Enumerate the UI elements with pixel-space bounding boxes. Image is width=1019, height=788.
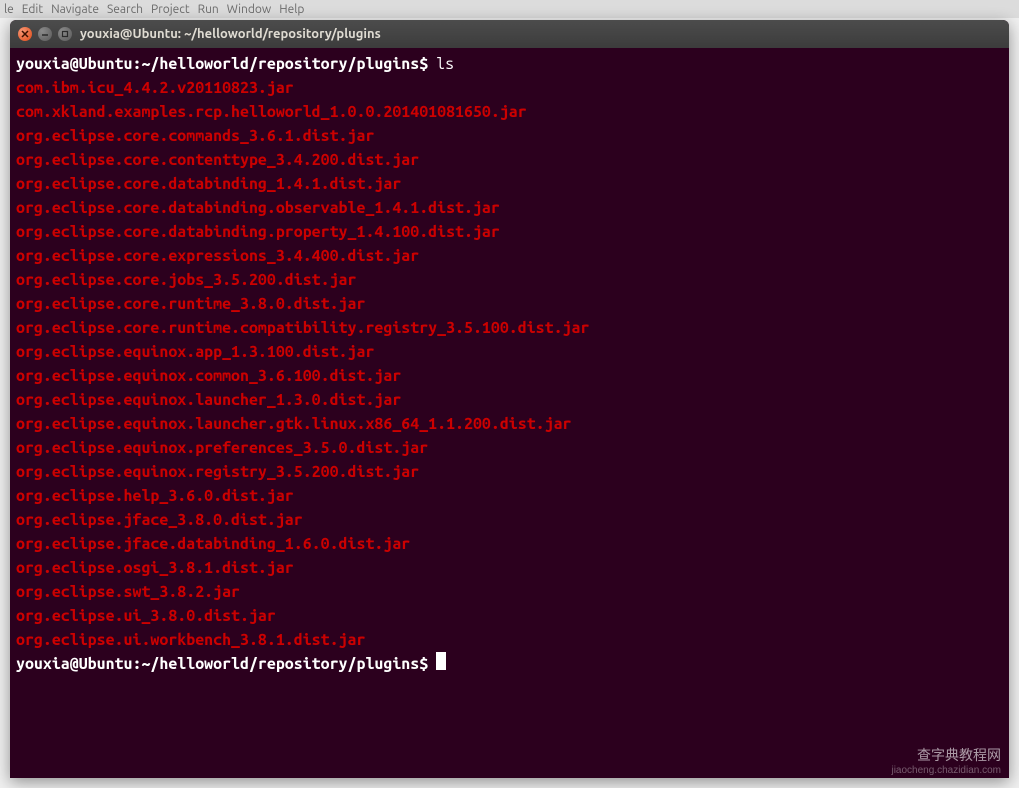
shell-prompt: youxia@Ubuntu:~/helloworld/repository/pl…	[16, 52, 428, 76]
menu-edit[interactable]: Edit	[22, 3, 43, 16]
file-entry: org.eclipse.ui_3.8.0.dist.jar	[16, 604, 1003, 628]
terminal-window: youxia@Ubuntu: ~/helloworld/repository/p…	[10, 20, 1009, 778]
file-entry: org.eclipse.core.commands_3.6.1.dist.jar	[16, 124, 1003, 148]
terminal-output[interactable]: youxia@Ubuntu:~/helloworld/repository/pl…	[10, 48, 1009, 778]
file-entry: org.eclipse.core.databinding_1.4.1.dist.…	[16, 172, 1003, 196]
watermark-text: 查字典教程网	[891, 745, 1001, 765]
prompt-line-2: youxia@Ubuntu:~/helloworld/repository/pl…	[16, 652, 1003, 676]
file-entry: org.eclipse.jface.databinding_1.6.0.dist…	[16, 532, 1003, 556]
file-entry: org.eclipse.osgi_3.8.1.dist.jar	[16, 556, 1003, 580]
file-entry: com.ibm.icu_4.4.2.v20110823.jar	[16, 76, 1003, 100]
file-entry: org.eclipse.core.runtime_3.8.0.dist.jar	[16, 292, 1003, 316]
file-entry: org.eclipse.equinox.registry_3.5.200.dis…	[16, 460, 1003, 484]
menu-run[interactable]: Run	[198, 3, 219, 16]
file-entry: org.eclipse.core.runtime.compatibility.r…	[16, 316, 1003, 340]
terminal-cursor	[436, 652, 446, 670]
file-listing: com.ibm.icu_4.4.2.v20110823.jarcom.xklan…	[16, 76, 1003, 652]
file-entry: com.xkland.examples.rcp.helloworld_1.0.0…	[16, 100, 1003, 124]
window-title-bar[interactable]: youxia@Ubuntu: ~/helloworld/repository/p…	[10, 20, 1009, 48]
shell-prompt: youxia@Ubuntu:~/helloworld/repository/pl…	[16, 652, 428, 676]
file-entry: org.eclipse.jface_3.8.0.dist.jar	[16, 508, 1003, 532]
file-entry: org.eclipse.core.contenttype_3.4.200.dis…	[16, 148, 1003, 172]
menu-navigate[interactable]: Navigate	[51, 3, 99, 16]
window-title: youxia@Ubuntu: ~/helloworld/repository/p…	[80, 27, 381, 41]
file-entry: org.eclipse.equinox.app_1.3.100.dist.jar	[16, 340, 1003, 364]
file-entry: org.eclipse.ui.workbench_3.8.1.dist.jar	[16, 628, 1003, 652]
menu-help[interactable]: Help	[279, 3, 304, 16]
window-controls	[18, 27, 72, 41]
prompt-line-1: youxia@Ubuntu:~/helloworld/repository/pl…	[16, 52, 1003, 76]
watermark: 查字典教程网 jiaocheng.chazidian.com	[891, 745, 1001, 776]
file-entry: org.eclipse.core.databinding.observable_…	[16, 196, 1003, 220]
menu-window[interactable]: Window	[227, 3, 271, 16]
minimize-button[interactable]	[38, 27, 52, 41]
menu-project[interactable]: Project	[151, 3, 190, 16]
file-entry: org.eclipse.equinox.launcher_1.3.0.dist.…	[16, 388, 1003, 412]
file-entry: org.eclipse.equinox.common_3.6.100.dist.…	[16, 364, 1003, 388]
file-entry: org.eclipse.swt_3.8.2.jar	[16, 580, 1003, 604]
file-entry: org.eclipse.help_3.6.0.dist.jar	[16, 484, 1003, 508]
application-menubar: le Edit Navigate Search Project Run Wind…	[0, 0, 1019, 18]
file-entry: org.eclipse.equinox.launcher.gtk.linux.x…	[16, 412, 1003, 436]
file-entry: org.eclipse.core.jobs_3.5.200.dist.jar	[16, 268, 1003, 292]
file-entry: org.eclipse.core.expressions_3.4.400.dis…	[16, 244, 1003, 268]
file-entry: org.eclipse.equinox.preferences_3.5.0.di…	[16, 436, 1003, 460]
watermark-url: jiaocheng.chazidian.com	[891, 765, 1001, 776]
close-button[interactable]	[18, 27, 32, 41]
menu-search[interactable]: Search	[107, 3, 143, 16]
menu-file[interactable]: le	[4, 3, 14, 16]
shell-command: ls	[436, 52, 454, 76]
file-entry: org.eclipse.core.databinding.property_1.…	[16, 220, 1003, 244]
maximize-button[interactable]	[58, 27, 72, 41]
